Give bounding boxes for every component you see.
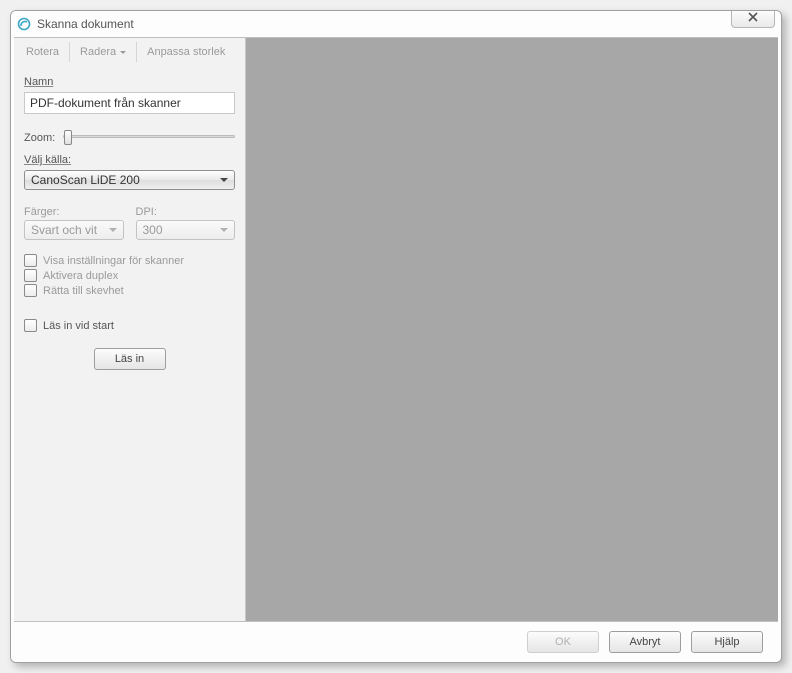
scan-document-dialog: Skanna dokument Rotera Radera Anpassa st… bbox=[10, 10, 782, 663]
deskew-checkbox[interactable] bbox=[24, 284, 37, 297]
app-icon bbox=[17, 17, 31, 31]
dpi-label: DPI: bbox=[136, 206, 236, 218]
enable-duplex-checkbox[interactable] bbox=[24, 269, 37, 282]
chevron-down-icon bbox=[109, 228, 117, 232]
scan-on-start-checkbox[interactable] bbox=[24, 319, 37, 332]
show-scanner-settings-checkbox[interactable] bbox=[24, 254, 37, 267]
scan-button-label: Läs in bbox=[115, 353, 144, 365]
source-select[interactable]: CanoScan LiDE 200 bbox=[24, 170, 235, 190]
colors-select: Svart och vit bbox=[24, 220, 124, 240]
dpi-select: 300 bbox=[136, 220, 236, 240]
name-label: Namn bbox=[24, 76, 235, 88]
settings-panel: Rotera Radera Anpassa storlek Namn Zoom:… bbox=[14, 38, 246, 621]
zoom-row: Zoom: bbox=[24, 128, 235, 144]
source-label: Välj källa: bbox=[24, 154, 235, 166]
preview-area bbox=[246, 38, 778, 621]
scan-on-start-row: Läs in vid start bbox=[24, 319, 235, 332]
enable-duplex-row: Aktivera duplex bbox=[24, 269, 235, 282]
cancel-button[interactable]: Avbryt bbox=[609, 631, 681, 653]
ok-label: OK bbox=[555, 636, 571, 648]
titlebar: Skanna dokument bbox=[11, 11, 781, 37]
close-icon bbox=[747, 12, 759, 25]
window-title: Skanna dokument bbox=[37, 17, 134, 31]
show-scanner-settings-label: Visa inställningar för skanner bbox=[43, 255, 184, 267]
colors-label: Färger: bbox=[24, 206, 124, 218]
footer: OK Avbryt Hjälp bbox=[11, 622, 781, 662]
dpi-value: 300 bbox=[143, 223, 163, 237]
chevron-down-icon bbox=[120, 51, 126, 54]
chevron-down-icon bbox=[220, 178, 228, 182]
zoom-slider[interactable] bbox=[63, 135, 235, 138]
help-label: Hjälp bbox=[714, 636, 739, 648]
cancel-label: Avbryt bbox=[630, 636, 661, 648]
dialog-body: Rotera Radera Anpassa storlek Namn Zoom:… bbox=[14, 37, 778, 622]
deskew-label: Rätta till skevhet bbox=[43, 285, 124, 297]
zoom-label: Zoom: bbox=[24, 132, 55, 144]
enable-duplex-label: Aktivera duplex bbox=[43, 270, 118, 282]
delete-label: Radera bbox=[80, 46, 116, 58]
name-input[interactable] bbox=[24, 92, 235, 114]
zoom-slider-thumb[interactable] bbox=[64, 130, 72, 145]
chevron-down-icon bbox=[220, 228, 228, 232]
colors-value: Svart och vit bbox=[31, 223, 97, 237]
fit-label: Anpassa storlek bbox=[147, 46, 225, 58]
help-button[interactable]: Hjälp bbox=[691, 631, 763, 653]
deskew-row: Rätta till skevhet bbox=[24, 284, 235, 297]
close-button[interactable] bbox=[731, 10, 775, 28]
source-value: CanoScan LiDE 200 bbox=[31, 173, 140, 187]
show-scanner-settings-row: Visa inställningar för skanner bbox=[24, 254, 235, 267]
rotate-label: Rotera bbox=[26, 46, 59, 58]
rotate-button[interactable]: Rotera bbox=[16, 42, 70, 62]
scan-button[interactable]: Läs in bbox=[94, 348, 166, 370]
delete-button[interactable]: Radera bbox=[70, 42, 137, 62]
scan-on-start-label: Läs in vid start bbox=[43, 320, 114, 332]
fit-size-button[interactable]: Anpassa storlek bbox=[137, 42, 235, 62]
toolbar: Rotera Radera Anpassa storlek bbox=[16, 40, 243, 64]
ok-button: OK bbox=[527, 631, 599, 653]
